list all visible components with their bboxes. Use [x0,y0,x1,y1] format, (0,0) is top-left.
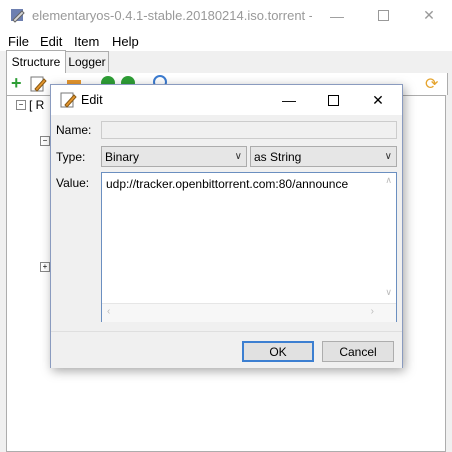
close-icon: ✕ [423,7,435,23]
main-titlebar[interactable]: elementaryos-0.4.1-stable.20180214.iso.t… [0,0,452,31]
display-format-value: as String [254,149,302,164]
type-select-value: Binary [105,149,140,164]
edit-icon[interactable] [29,75,47,93]
value-textarea[interactable]: udp://tracker.openbittorrent.com:80/anno… [101,172,397,322]
scroll-down-icon[interactable]: ∨ [385,287,392,298]
refresh-icon[interactable]: ⟳ [425,74,438,94]
dialog-maximize-button[interactable] [311,85,355,115]
maximize-icon [327,94,339,106]
app-icon [11,9,25,23]
display-format-select[interactable]: as String ∨ [250,146,397,167]
minimize-icon: — [282,92,296,108]
tab-logger[interactable]: Logger [65,51,109,72]
ok-button[interactable]: OK [242,341,314,362]
scroll-up-icon[interactable]: ∧ [385,175,392,186]
minimize-button[interactable]: — [314,0,360,31]
chevron-down-icon: ∨ [234,151,242,162]
tree-root-label[interactable]: [ R [29,98,44,112]
tree-collapse-icon[interactable]: − [40,136,50,146]
menu-bar: File Edit Item Help [0,31,452,51]
maximize-icon [377,10,389,21]
close-icon: ✕ [372,91,384,108]
chevron-down-icon: ∨ [384,151,392,162]
tree-expand-icon[interactable]: + [40,262,50,272]
tab-structure[interactable]: Structure [6,50,66,73]
dialog-close-button[interactable]: ✕ [356,85,400,115]
edit-dialog: Edit — ✕ Name: Type: Binary ∨ as String … [50,84,403,368]
menu-file[interactable]: File [8,34,29,49]
edit-icon [60,92,77,108]
menu-edit[interactable]: Edit [40,34,62,49]
cancel-button[interactable]: Cancel [322,341,394,362]
tab-bar: Structure Logger [0,50,452,73]
dialog-minimize-button[interactable]: — [267,85,311,115]
window-title: elementaryos-0.4.1-stable.20180214.iso.t… [32,8,312,23]
type-select[interactable]: Binary ∨ [101,146,247,167]
value-label: Value: [56,176,90,190]
value-text: udp://tracker.openbittorrent.com:80/anno… [106,177,349,191]
name-field[interactable] [101,121,397,139]
menu-help[interactable]: Help [112,34,139,49]
dialog-titlebar[interactable]: Edit — ✕ [51,85,402,115]
dialog-title: Edit [81,93,103,107]
add-icon[interactable]: + [11,73,22,94]
dialog-footer: OK Cancel [51,331,402,368]
horizontal-scrollbar[interactable]: ‹ › [102,303,396,322]
scroll-left-icon[interactable]: ‹ [107,306,110,317]
minimize-icon: — [330,7,344,24]
tree-collapse-icon[interactable]: − [16,100,26,110]
scroll-right-icon[interactable]: › [371,306,374,317]
menu-item[interactable]: Item [74,34,99,49]
name-label: Name: [56,123,92,137]
maximize-button[interactable] [360,0,406,31]
close-button[interactable]: ✕ [406,0,452,31]
type-label: Type: [56,150,86,164]
